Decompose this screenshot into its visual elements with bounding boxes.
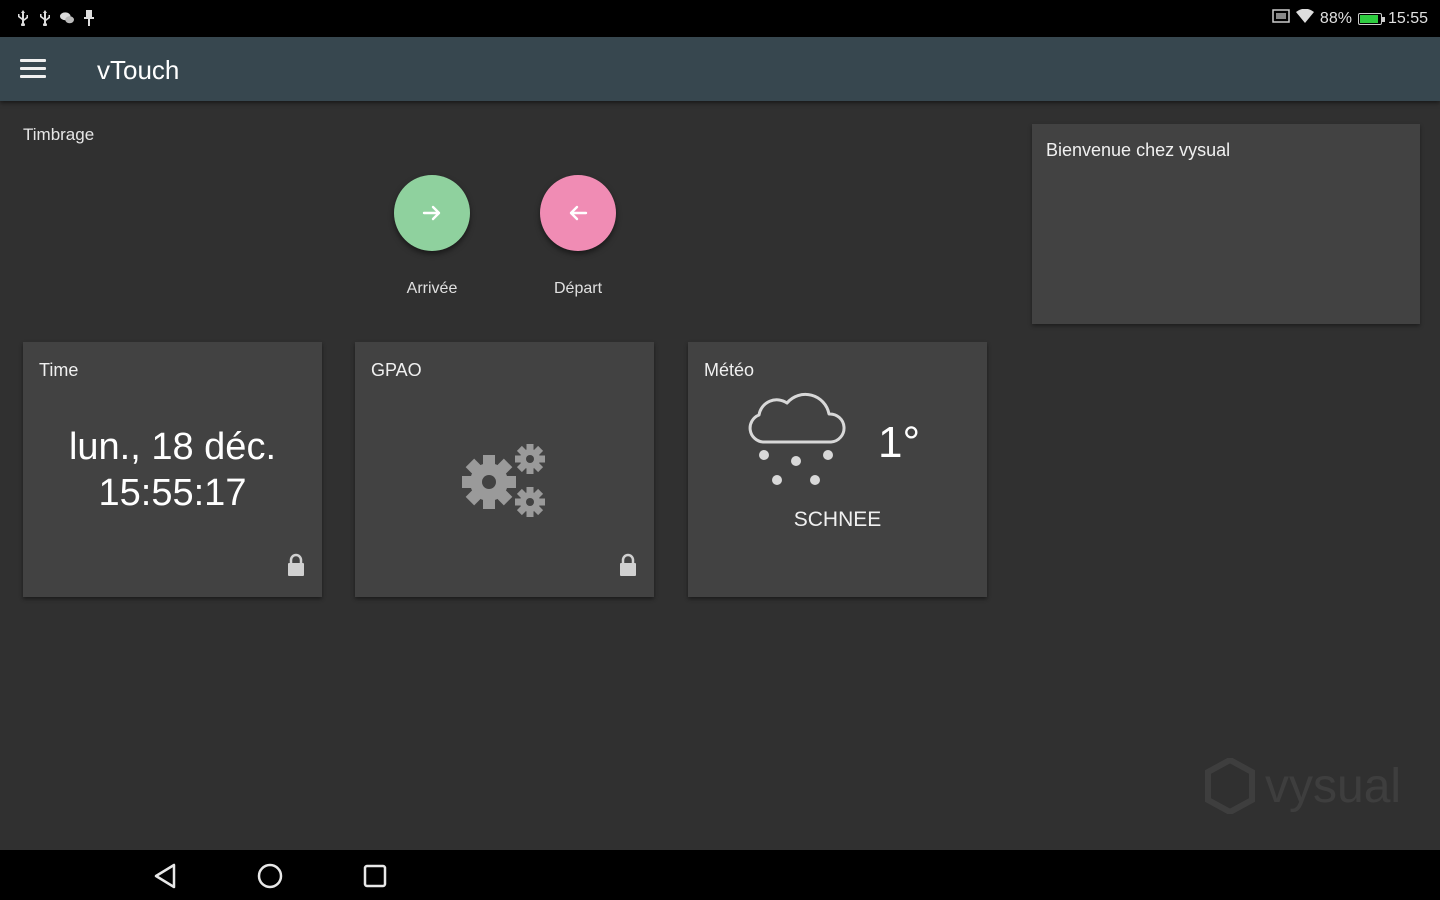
- back-icon[interactable]: [152, 862, 180, 890]
- welcome-text: Bienvenue chez vysual: [1046, 140, 1231, 160]
- hexagon-logo-icon: [1205, 758, 1255, 814]
- app-title: vTouch: [97, 55, 180, 85]
- current-date: lun., 18 déc.: [68, 426, 277, 468]
- arrival-label: Arrivée: [406, 280, 458, 297]
- timbrage-label: Timbrage: [23, 125, 95, 144]
- status-bar: 88% 15:55: [0, 0, 1440, 37]
- meteo-tile-title: Météo: [704, 360, 755, 380]
- home-icon[interactable]: [256, 862, 284, 890]
- battery-icon: [1357, 12, 1385, 25]
- lock-icon: [620, 553, 636, 576]
- usb-icon: [38, 10, 52, 26]
- gpao-tile[interactable]: GPAO: [355, 342, 654, 597]
- departure-label: Départ: [553, 280, 603, 297]
- recents-icon[interactable]: [361, 862, 389, 890]
- status-time: 15:55: [1387, 9, 1428, 27]
- hamburger-menu-icon[interactable]: [20, 59, 46, 79]
- battery-fill: [1359, 14, 1378, 23]
- snow-cloud-icon: [748, 392, 846, 485]
- arrival-button[interactable]: [394, 175, 470, 251]
- welcome-card: Bienvenue chez vysual: [1032, 124, 1420, 324]
- lock-icon: [288, 553, 304, 576]
- departure-button[interactable]: [540, 175, 616, 251]
- weather-condition-text: SCHNEE: [793, 508, 882, 531]
- wifi-icon: [1295, 8, 1314, 28]
- arrow-left-icon: [569, 205, 588, 221]
- usb-icon: [16, 10, 30, 26]
- gpao-tile-title: GPAO: [371, 360, 422, 380]
- status-system-icons: 88% 15:55: [1272, 8, 1428, 28]
- weather-condition: SCHNEE: [688, 508, 987, 532]
- pin-icon: [82, 10, 96, 26]
- gears-icon: [462, 444, 545, 517]
- time-tile[interactable]: Time lun., 18 déc. 15:55:17: [23, 342, 322, 597]
- time-tile-title: Time: [39, 360, 79, 380]
- arrow-right-icon: [422, 205, 441, 221]
- app-bar: vTouch: [0, 37, 1440, 101]
- vysual-watermark: vysual: [1205, 758, 1401, 814]
- screenshot-icon: [1272, 9, 1290, 28]
- navigation-bar: [0, 850, 1440, 900]
- watermark-text: vysual: [1265, 759, 1402, 813]
- status-notification-icons: [16, 10, 96, 26]
- meteo-tile[interactable]: Météo 1° SCHNEE: [688, 342, 987, 597]
- temperature: 1°: [878, 418, 921, 467]
- battery-percent: 88%: [1319, 9, 1352, 27]
- chat-icon: [60, 10, 74, 26]
- current-time: 15:55:17: [98, 472, 247, 514]
